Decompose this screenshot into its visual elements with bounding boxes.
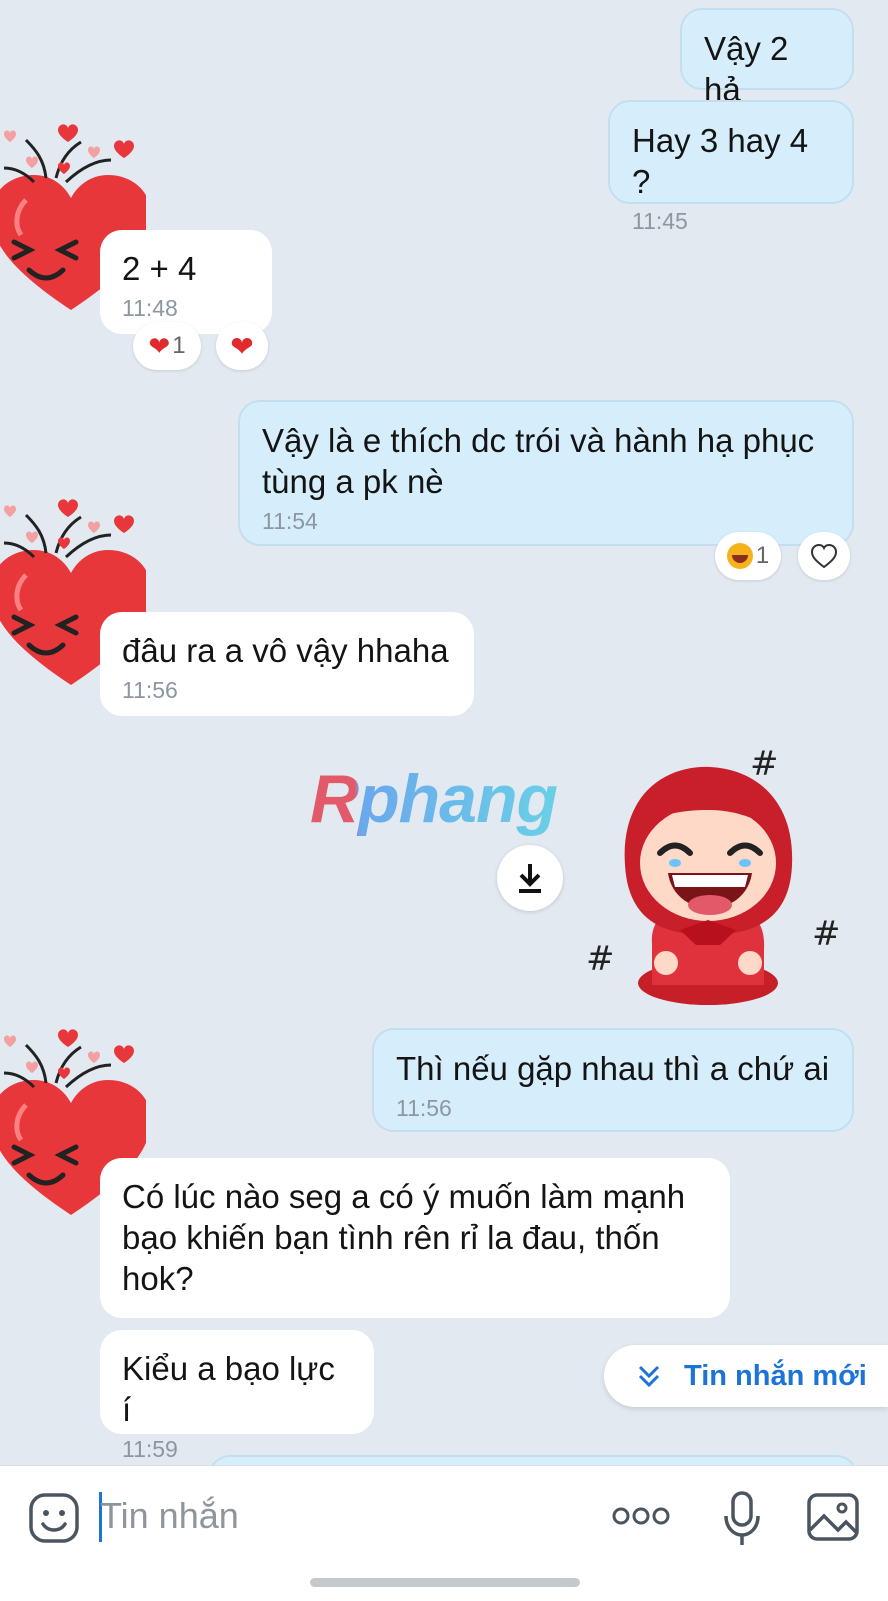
message-text: Hay 3 hay 4 ? [632, 122, 809, 200]
message-text-line: Có lúc nào seg a có ý muốn làm mạnh [122, 1178, 686, 1215]
message-bubble-incoming[interactable]: 2 + 4 11:48 [100, 230, 272, 334]
download-icon [519, 864, 541, 893]
message-input[interactable]: Tin nhắn [100, 1488, 239, 1544]
emoji-icon[interactable] [28, 1492, 80, 1544]
react-heart-button[interactable]: ❤ [216, 322, 268, 370]
reaction-count: 1 [172, 332, 186, 359]
message-text-line: Vậy là e thích dc trói và hành hạ phục [262, 422, 815, 459]
microphone-icon[interactable] [722, 1490, 762, 1548]
message-bubble-outgoing[interactable]: Thì nếu gặp nhau thì a chứ ai 11:56 [372, 1028, 854, 1132]
laugh-reaction-icon [726, 543, 753, 569]
svg-text:#: # [750, 745, 779, 784]
message-text: Vậy 2 hả [704, 30, 789, 108]
message-text: Thì nếu gặp nhau thì a chứ ai [396, 1050, 830, 1087]
more-icon[interactable] [612, 1506, 670, 1526]
message-time: 11:56 [396, 1095, 452, 1121]
new-messages-button[interactable]: Tin nhắn mới [604, 1345, 888, 1407]
message-text: 2 + 4 [122, 250, 197, 287]
message-time: 11:56 [122, 677, 178, 703]
double-chevron-down-icon [638, 1365, 660, 1388]
svg-text:#: # [586, 939, 615, 979]
message-text-line: hok? [122, 1260, 194, 1297]
heart-reaction-icon: ❤ [148, 330, 171, 361]
message-text-line: bạo khiến bạn tình rên rỉ la đau, thốn [122, 1219, 660, 1256]
react-heart-button[interactable] [798, 532, 850, 580]
message-bubble-incoming[interactable]: Có lúc nào seg a có ý muốn làm mạnh bạo … [100, 1158, 730, 1318]
reaction-count: 1 [755, 542, 770, 569]
message-bubble-outgoing[interactable] [208, 1455, 858, 1465]
chat-messages[interactable]: Vậy 2 hả Hay 3 hay 4 ? 11:45 2 + 4 11:48… [0, 0, 888, 1465]
message-text-line: tùng a pk nè [262, 463, 444, 500]
message-bubble-incoming[interactable]: đâu ra a vô vậy hhaha 11:56 [100, 612, 474, 716]
heart-outline-icon [810, 543, 838, 569]
heart-icon: ❤ [230, 330, 254, 362]
message-time: 11:48 [122, 295, 178, 321]
message-bubble-incoming[interactable]: Kiểu a bạo lực í 11:59 [100, 1330, 374, 1462]
new-messages-label: Tin nhắn mới [684, 1359, 867, 1392]
download-button[interactable] [497, 845, 563, 911]
svg-text:#: # [812, 914, 841, 954]
watermark-logo: Rphang [310, 760, 558, 838]
image-icon[interactable] [806, 1492, 860, 1542]
reaction-count-badge[interactable]: 1 [715, 532, 781, 580]
reaction-count-badge[interactable]: ❤ 1 [133, 322, 201, 370]
message-bubble-outgoing[interactable]: Vậy 2 hả [680, 8, 854, 108]
message-text: đâu ra a vô vậy hhaha [122, 632, 449, 669]
message-bubble-outgoing[interactable]: Hay 3 hay 4 ? 11:45 [608, 100, 854, 234]
watermark-text: Rphang [310, 761, 558, 837]
message-bubble-outgoing[interactable]: Vậy là e thích dc trói và hành hạ phục t… [238, 400, 854, 546]
message-text: Kiểu a bạo lực í [122, 1350, 335, 1428]
home-indicator[interactable] [310, 1578, 580, 1587]
message-time: 11:45 [632, 208, 688, 234]
red-hood-laughing-sticker[interactable]: # # # [580, 745, 850, 1005]
